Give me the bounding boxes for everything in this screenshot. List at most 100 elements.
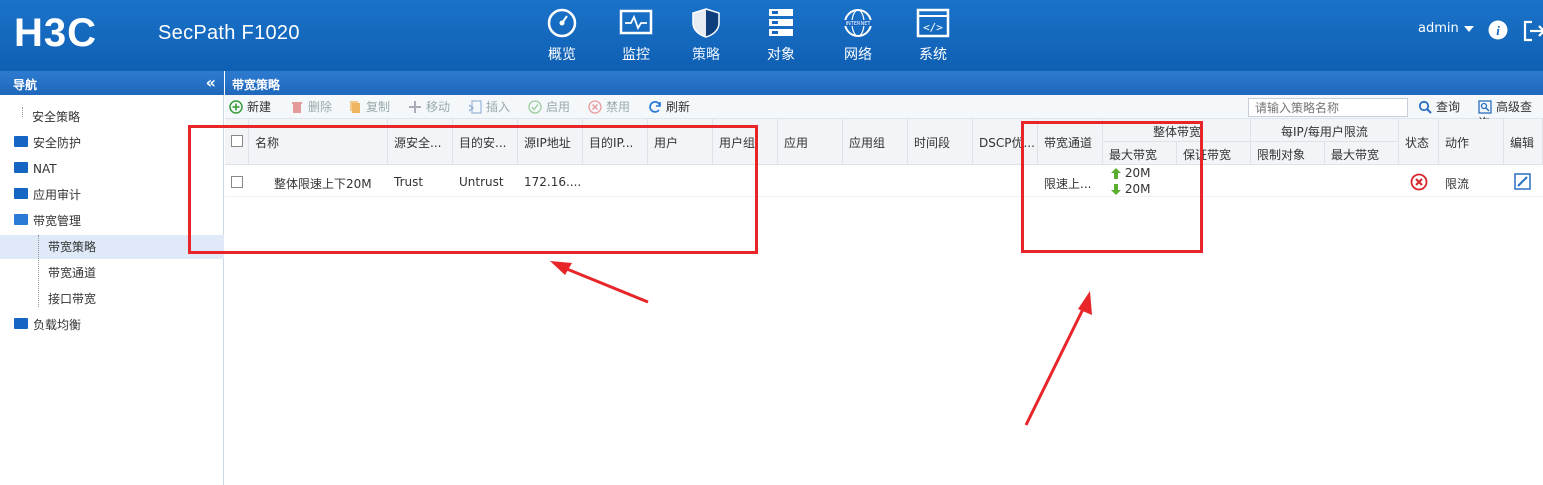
query-label: 查询: [1436, 100, 1461, 114]
copy-button[interactable]: 复制: [348, 99, 390, 115]
info-icon[interactable]: i: [1488, 20, 1508, 40]
delete-button[interactable]: 删除: [290, 99, 332, 115]
nav-objects[interactable]: 对象: [750, 8, 812, 64]
tree-line: [38, 235, 39, 307]
header-app-group[interactable]: 应用组: [843, 119, 908, 165]
header-label: 每IP/每用户限流: [1281, 125, 1368, 139]
refresh-label: 刷新: [666, 100, 691, 114]
annotation-arrow-left: [550, 261, 649, 304]
disabled-x-icon[interactable]: [1410, 173, 1428, 191]
x-circle-icon: [588, 99, 602, 114]
sidebar-item-label: NAT: [33, 162, 57, 176]
header-status[interactable]: 状态: [1399, 119, 1439, 165]
sidebar-item-security-policy[interactable]: 安全策略: [32, 105, 80, 129]
folder-icon: [14, 188, 28, 199]
nav-system[interactable]: </> 系统: [902, 8, 964, 64]
tree-line: [22, 107, 23, 117]
header-time[interactable]: 时间段: [908, 119, 973, 165]
trash-icon: [292, 101, 302, 113]
insert-icon: [468, 99, 482, 114]
annotation-box-right: [1021, 121, 1203, 253]
nav-label: 网络: [844, 47, 872, 63]
sidebar-item-security-protection[interactable]: 安全防护: [14, 131, 81, 155]
sidebar-item-label: 负载均衡: [33, 318, 82, 332]
header-label: 动作: [1445, 136, 1470, 150]
collapse-sidebar-icon[interactable]: «: [206, 73, 216, 92]
folder-icon: [14, 136, 28, 147]
user-menu[interactable]: admin: [1418, 21, 1474, 36]
move-label: 移动: [426, 100, 451, 114]
svg-text:INTERNET: INTERNET: [846, 21, 872, 27]
nav-label: 系统: [919, 47, 947, 63]
sidebar-item-bandwidth-management[interactable]: 带宽管理: [14, 209, 81, 233]
new-label: 新建: [247, 100, 272, 114]
header-label: 编辑: [1510, 136, 1535, 150]
svg-text:H3C: H3C: [14, 12, 97, 52]
sidebar-item-load-balancing[interactable]: 负载均衡: [14, 313, 81, 337]
search-input[interactable]: [1248, 98, 1408, 117]
query-button[interactable]: 查询: [1418, 99, 1460, 115]
folder-icon: [14, 162, 28, 173]
chevron-down-icon: [1463, 25, 1474, 32]
edit-icon[interactable]: [1514, 173, 1531, 190]
product-name: SecPath F1020: [158, 22, 300, 44]
svg-text:</>: </>: [923, 21, 943, 34]
header-edit: 编辑: [1504, 119, 1543, 165]
header-per-ip-limit: 每IP/每用户限流: [1251, 119, 1399, 142]
nav-monitor[interactable]: 监控: [605, 8, 667, 64]
folder-open-icon: [14, 214, 28, 225]
nav-label: 策略: [692, 47, 720, 63]
shield-icon: [692, 8, 720, 38]
check-circle-icon: [528, 99, 542, 114]
gauge-icon: [547, 8, 577, 38]
enable-button[interactable]: 启用: [528, 99, 570, 115]
header-action[interactable]: 动作: [1439, 119, 1504, 165]
move-button[interactable]: 移动: [408, 99, 450, 115]
sidebar-item-app-audit[interactable]: 应用审计: [14, 183, 81, 207]
sidebar-item-label: 带宽管理: [33, 214, 82, 228]
nav-policy[interactable]: 策略: [675, 8, 737, 64]
cell-action: 限流: [1445, 177, 1470, 191]
monitor-icon: [619, 9, 653, 35]
code-window-icon: </>: [916, 8, 950, 38]
sidebar-item-interface-bandwidth[interactable]: 接口带宽: [48, 287, 96, 311]
header-label: 最大带宽: [1331, 148, 1380, 162]
disable-button[interactable]: 禁用: [588, 99, 630, 115]
insert-button[interactable]: 插入: [468, 99, 510, 115]
enable-label: 启用: [546, 100, 571, 114]
new-button[interactable]: 新建: [229, 99, 271, 115]
nav-label: 监控: [622, 47, 650, 63]
h3c-logo: H3C: [14, 12, 97, 52]
refresh-button[interactable]: 刷新: [648, 99, 690, 115]
nav-label: 对象: [767, 47, 795, 63]
disable-label: 禁用: [606, 100, 631, 114]
sidebar-header: 导航 «: [0, 71, 224, 95]
sidebar-item-bandwidth-policy[interactable]: 带宽策略: [48, 235, 96, 259]
move-arrows-icon: [409, 100, 421, 113]
logout-icon[interactable]: [1522, 19, 1543, 43]
header-per-max-bw[interactable]: 最大带宽: [1325, 142, 1399, 165]
nav-overview[interactable]: 概览: [531, 8, 593, 64]
nav-network[interactable]: INTERNET 网络: [827, 8, 889, 64]
sidebar-item-bandwidth-channel[interactable]: 带宽通道: [48, 261, 96, 285]
header-label: 应用组: [849, 136, 886, 150]
advanced-query-button[interactable]: 高级查询: [1478, 99, 1543, 130]
search-icon: [1418, 100, 1432, 114]
header-label: 时间段: [914, 136, 951, 150]
username: admin: [1418, 21, 1459, 36]
copy-icon: [350, 100, 360, 113]
header-limit-target[interactable]: 限制对象: [1251, 142, 1325, 165]
copy-label: 复制: [366, 100, 391, 114]
header-app[interactable]: 应用: [778, 119, 843, 165]
header-label: 状态: [1405, 136, 1430, 150]
header-label: 应用: [784, 136, 809, 150]
internet-globe-icon: INTERNET: [843, 9, 873, 37]
sidebar-item-nat[interactable]: NAT: [14, 157, 57, 181]
sidebar-item-label: 应用审计: [33, 188, 82, 202]
refresh-icon: [649, 100, 661, 113]
top-header: H3C SecPath F1020 概览 监控 策略 对象 INTERNET 网…: [0, 0, 1543, 71]
sidebar-title: 导航: [13, 78, 38, 92]
nav-label: 概览: [548, 47, 576, 63]
page-title: 带宽策略: [225, 71, 1543, 95]
sidebar-item-label: 安全防护: [33, 136, 82, 150]
